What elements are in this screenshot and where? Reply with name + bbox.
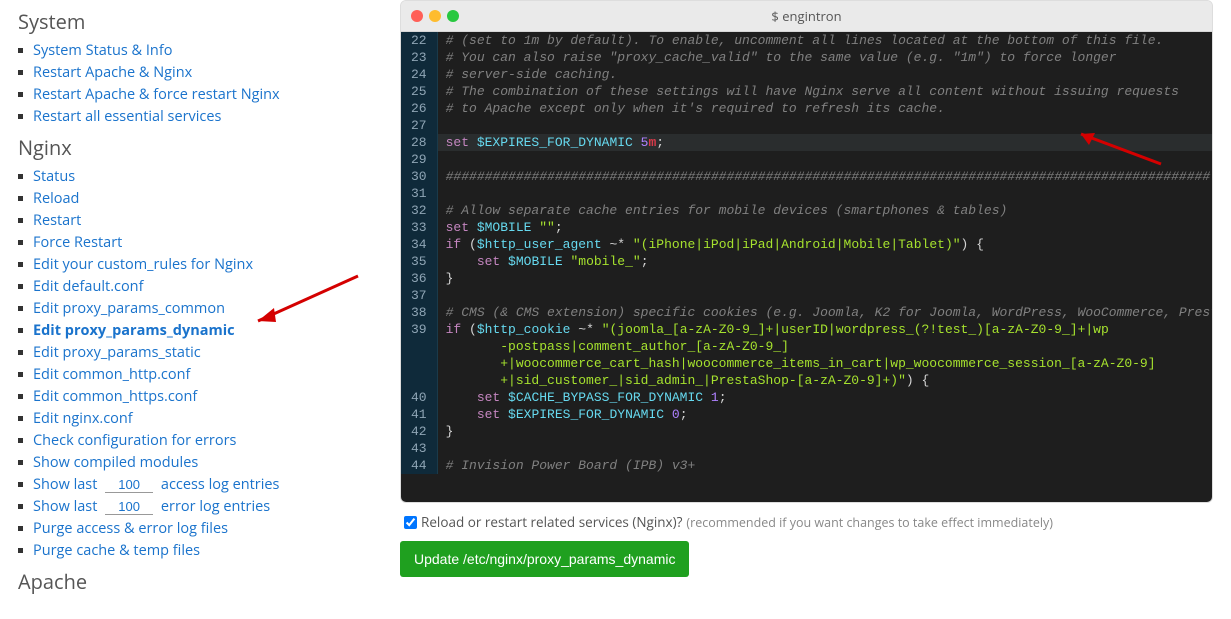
code-line[interactable]: # server-side caching. [437,66,1212,83]
reload-option-row: Reload or restart related services (Ngin… [400,503,1213,541]
reload-checkbox[interactable] [404,516,417,529]
sidebar-item[interactable]: System Status & Info [33,41,172,60]
log-count-input[interactable] [105,477,153,493]
code-line[interactable]: ########################################… [437,168,1212,185]
line-number: 40 [401,389,437,406]
sidebar-item[interactable]: Edit proxy_params_common [33,299,225,318]
sidebar-item[interactable]: Show last access log entries [33,475,279,494]
code-line[interactable]: set $MOBILE ""; [437,219,1212,236]
sidebar-item[interactable]: Edit common_https.conf [33,387,197,406]
line-number: 38 [401,304,437,321]
sidebar-item[interactable]: Show compiled modules [33,453,198,472]
line-number: 28 [401,134,437,151]
maximize-icon[interactable] [447,10,459,22]
line-number: 39 [401,321,437,389]
code-line[interactable]: set $EXPIRES_FOR_DYNAMIC 0; [437,406,1212,423]
sidebar-item[interactable]: Restart all essential services [33,107,221,126]
line-number: 31 [401,185,437,202]
line-number: 36 [401,270,437,287]
reload-label: Reload or restart related services (Ngin… [421,513,682,531]
code-line[interactable]: # CMS (& CMS extension) specific cookies… [437,304,1212,321]
sidebar-item[interactable]: Check configuration for errors [33,431,236,450]
line-number: 29 [401,151,437,168]
code-line[interactable]: # You can also raise "proxy_cache_valid"… [437,49,1212,66]
line-number: 35 [401,253,437,270]
line-number: 24 [401,66,437,83]
code-line[interactable] [437,151,1212,168]
sidebar-item[interactable]: Force Restart [33,233,122,252]
log-count-input[interactable] [105,499,153,515]
code-line[interactable]: } [437,423,1212,440]
window-title: $ engintron [459,7,1154,25]
line-number: 34 [401,236,437,253]
line-number: 22 [401,32,437,49]
line-number: 41 [401,406,437,423]
line-number: 37 [401,287,437,304]
code-line[interactable] [437,287,1212,304]
line-number: 23 [401,49,437,66]
sidebar-item[interactable]: Edit default.conf [33,277,143,296]
minimize-icon[interactable] [429,10,441,22]
code-line[interactable]: set $MOBILE "mobile_"; [437,253,1212,270]
code-line[interactable]: if ($http_user_agent ~* "(iPhone|iPod|iP… [437,236,1212,253]
close-icon[interactable] [411,10,423,22]
reload-hint: (recommended if you want changes to take… [686,514,1053,531]
sidebar-item[interactable]: Edit nginx.conf [33,409,133,428]
code-line[interactable]: # Invision Power Board (IPB) v3+ [437,457,1212,474]
code-line[interactable]: # to Apache except only when it's requir… [437,100,1212,117]
sidebar-heading-system: System [18,8,382,35]
update-button[interactable]: Update /etc/nginx/proxy_params_dynamic [400,541,689,577]
code-line[interactable]: if ($http_cookie ~* "(joomla_[a-zA-Z0-9_… [437,321,1212,389]
sidebar-item[interactable]: Show last error log entries [33,497,270,516]
editor-window: $ engintron 22# (set to 1m by default). … [400,0,1213,503]
line-number: 43 [401,440,437,457]
code-line[interactable]: # The combination of these settings will… [437,83,1212,100]
sidebar-item[interactable]: Reload [33,189,79,208]
sidebar-item[interactable]: Purge cache & temp files [33,541,200,560]
sidebar-item[interactable]: Edit your custom_rules for Nginx [33,255,253,274]
code-line[interactable]: # Allow separate cache entries for mobil… [437,202,1212,219]
sidebar-heading-apache: Apache [18,568,382,595]
line-number: 33 [401,219,437,236]
window-titlebar: $ engintron [401,1,1212,32]
code-editor[interactable]: 22# (set to 1m by default). To enable, u… [401,32,1212,502]
code-line[interactable]: # (set to 1m by default). To enable, unc… [437,32,1212,49]
line-number: 26 [401,100,437,117]
sidebar-item[interactable]: Restart [33,211,81,230]
code-line[interactable]: set $CACHE_BYPASS_FOR_DYNAMIC 1; [437,389,1212,406]
code-line[interactable] [437,440,1212,457]
code-line[interactable] [437,185,1212,202]
code-line[interactable] [437,117,1212,134]
sidebar-item[interactable]: Restart Apache & Nginx [33,63,192,82]
line-number: 30 [401,168,437,185]
sidebar-item[interactable]: Purge access & error log files [33,519,228,538]
sidebar-item[interactable]: Edit proxy_params_static [33,343,201,362]
sidebar-item[interactable]: Edit proxy_params_dynamic [33,321,235,340]
line-number: 44 [401,457,437,474]
code-line[interactable]: set $EXPIRES_FOR_DYNAMIC 5m; [437,134,1212,151]
line-number: 25 [401,83,437,100]
line-number: 32 [401,202,437,219]
line-number: 27 [401,117,437,134]
sidebar-item[interactable]: Status [33,167,75,186]
sidebar-item[interactable]: Restart Apache & force restart Nginx [33,85,280,104]
sidebar-heading-nginx: Nginx [18,134,382,161]
line-number: 42 [401,423,437,440]
code-line[interactable]: } [437,270,1212,287]
sidebar-item[interactable]: Edit common_http.conf [33,365,190,384]
